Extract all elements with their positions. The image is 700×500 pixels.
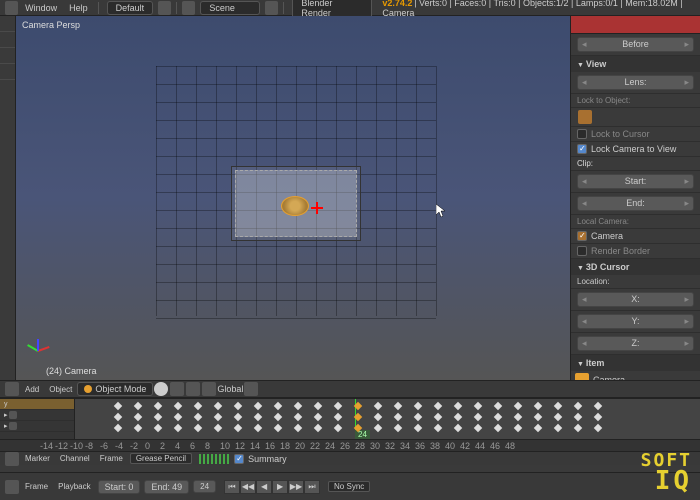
menu-channel[interactable]: Channel [55,454,95,463]
next-key-button[interactable]: ▶▶ [288,480,304,494]
playback-controls: ⏮ ◀◀ ◀ ▶ ▶▶ ⏭ [224,480,320,494]
menu-add[interactable]: Add [20,385,44,394]
dopesheet[interactable]: y ▸ ▸ 24 [0,399,700,439]
cursor-panel-header[interactable]: 3D Cursor [571,259,700,275]
3d-viewport[interactable]: Camera Persp (24) Camera [16,16,570,380]
lock-cursor-checkbox[interactable]: Lock to Cursor [571,127,700,142]
orientation-dropdown[interactable]: Global [217,384,243,394]
watermark: SOFT IQ [641,450,692,492]
end-frame-field[interactable]: End: 49 [144,480,189,494]
current-frame-field[interactable]: 24 [193,480,216,493]
dopesheet-header: Marker Channel Frame Grease Pencil Summa… [0,451,700,465]
tl-menu-frame[interactable]: Frame [20,482,53,491]
play-reverse-button[interactable]: ◀ [256,480,272,494]
render-border-checkbox[interactable]: Render Border [571,244,700,259]
menu-frame[interactable]: Frame [95,454,128,463]
suzanne-object[interactable] [281,196,309,216]
start-frame-field[interactable]: Start: 0 [98,480,141,494]
timeline-editor-icon[interactable] [5,480,19,494]
pivot-icon[interactable] [170,382,184,396]
channel-row[interactable]: ▸ [0,421,74,432]
menu-marker[interactable]: Marker [20,454,55,463]
manipulator-icon[interactable] [186,382,200,396]
sync-dropdown[interactable]: No Sync [328,481,370,492]
layout-dropdown[interactable]: Default [107,1,154,15]
scene-icon[interactable] [182,1,195,15]
local-camera-label: Local Camera: [571,215,700,229]
top-menu-bar: Window Help Default Scene Blender Render… [0,0,700,16]
z-field[interactable]: Z: [571,333,700,355]
mouse-pointer-icon [436,204,446,218]
viewport-header: Add Object Object Mode Global [0,380,700,398]
properties-panel: Before View Lens: Lock to Object: Lock t… [570,16,700,380]
x-field[interactable]: X: [571,289,700,311]
mode-dropdown[interactable]: Object Mode [77,382,153,396]
scene-dropdown[interactable]: Scene [200,1,260,15]
editor-icon[interactable] [5,452,19,466]
location-label: Location: [571,275,700,289]
mode-grease-dropdown[interactable]: Grease Pencil [130,453,192,464]
meter-icon [198,454,230,464]
lens-field[interactable]: Lens: [571,72,700,94]
3d-cursor-icon [311,202,323,214]
item-panel-header[interactable]: Item [571,355,700,371]
y-field[interactable]: Y: [571,311,700,333]
view-perspective-label: Camera Persp [22,20,80,30]
camera-icon [575,373,589,380]
menu-window[interactable]: Window [19,3,63,13]
close-icon[interactable] [265,1,278,15]
summary-checkbox[interactable] [234,454,244,464]
plus-icon[interactable] [158,1,171,15]
active-object-label: (24) Camera [46,366,97,376]
play-button[interactable]: ▶ [272,480,288,494]
snap-icon[interactable] [244,382,258,396]
prev-key-button[interactable]: ◀◀ [240,480,256,494]
summary-channel[interactable]: y [0,399,74,410]
blender-icon[interactable] [5,1,18,15]
tl-menu-playback[interactable]: Playback [53,482,95,491]
channel-row[interactable]: ▸ [0,410,74,421]
menu-help[interactable]: Help [63,3,94,13]
menu-object[interactable]: Object [44,385,77,394]
item-camera-row[interactable]: Camera [571,371,700,380]
timeline-area: y ▸ ▸ 24 -14-12-10-8-6-4-202468101214161… [0,398,700,472]
timeline-header: Frame Playback Start: 0 End: 49 24 ⏮ ◀◀ … [0,472,700,500]
tool-shelf[interactable] [0,16,16,380]
summary-label: Summary [248,454,287,464]
before-row[interactable]: Before [571,34,700,56]
clip-label: Clip: [571,157,700,171]
jump-end-button[interactable]: ⏭ [304,480,320,494]
frame-ruler[interactable]: -14-12-10-8-6-4-202468101214161820222426… [0,439,700,451]
clip-end-field[interactable]: End: [571,193,700,215]
editor-type-icon[interactable] [5,382,19,396]
outliner-strip[interactable] [571,16,700,34]
axis-gizmo [26,338,50,362]
lock-object-field[interactable] [571,108,700,127]
clip-start-field[interactable]: Start: [571,171,700,193]
view-panel-header[interactable]: View [571,56,700,72]
local-camera-field[interactable]: Camera [571,229,700,244]
lock-camera-checkbox[interactable]: Lock Camera to View [571,142,700,157]
layers-icon[interactable] [202,382,216,396]
lock-object-label: Lock to Object: [571,94,700,108]
shading-solid-icon[interactable] [154,382,168,396]
status-bar: v2.74.2 | Verts:0 | Faces:0 | Tris:0 | O… [382,0,696,18]
jump-start-button[interactable]: ⏮ [224,480,240,494]
